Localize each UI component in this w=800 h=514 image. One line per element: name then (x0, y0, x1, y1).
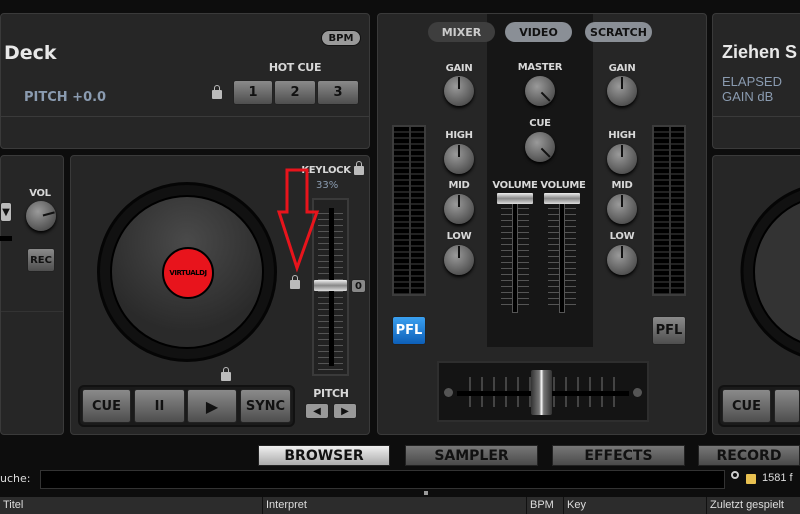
volume-right-label: VOLUME (540, 180, 586, 191)
search-options-icon[interactable] (731, 471, 739, 479)
hot-cue-label: HOT CUE (268, 61, 322, 74)
master-label: MASTER (517, 62, 563, 73)
right-cue-button[interactable]: CUE (722, 389, 771, 423)
pitch-down-button[interactable]: ◀ (305, 403, 329, 419)
high-right-label: HIGH (608, 130, 636, 141)
vol-knob[interactable] (26, 201, 56, 231)
gain-left-knob[interactable] (444, 76, 474, 106)
volume-left-fader[interactable] (497, 193, 533, 313)
right-pause-button[interactable] (774, 389, 800, 423)
vu-meter-left (392, 125, 426, 296)
tab-record[interactable]: RECORD (698, 445, 800, 466)
master-knob[interactable] (525, 76, 555, 106)
hot-cue-3[interactable]: 3 (317, 80, 359, 105)
jog-label: VIRTUALDJ (162, 247, 214, 299)
lock-icon (212, 85, 222, 99)
mid-left-knob[interactable] (444, 194, 474, 224)
tab-browser[interactable]: BROWSER (258, 445, 390, 466)
column-header-interpret[interactable]: Interpret (263, 497, 527, 514)
rec-button[interactable]: REC (27, 248, 55, 272)
left-deck-pitch: PITCH +0.0 (24, 90, 107, 105)
gain-right-label: GAIN (608, 63, 636, 74)
low-left-label: LOW (446, 231, 472, 242)
low-right-knob[interactable] (607, 245, 637, 275)
volume-left-label: VOLUME (492, 180, 538, 191)
column-header-bpm[interactable]: BPM (527, 497, 564, 514)
virtualdj-logo: VIRTUALDJ (169, 269, 207, 277)
tab-video[interactable]: VIDEO (505, 22, 572, 42)
column-header-zuletzt-gespielt[interactable]: Zuletzt gespielt (707, 497, 800, 514)
sync-button[interactable]: SYNC (240, 389, 291, 423)
gain-right-knob[interactable] (607, 76, 637, 106)
lock-icon (290, 275, 300, 289)
right-jog-wheel[interactable] (740, 182, 800, 362)
play-button[interactable]: ▶ (187, 389, 237, 423)
pfl-right-button[interactable]: PFL (652, 316, 686, 345)
file-count: 1581 f (762, 472, 793, 484)
right-deck-elapsed: ELAPSED (722, 74, 782, 89)
pitch-reset-button[interactable]: 0 (351, 279, 366, 293)
column-header-key[interactable]: Key (564, 497, 707, 514)
hot-cue-2[interactable]: 2 (274, 80, 316, 105)
red-arrow-annotation (276, 168, 320, 273)
pitch-label: PITCH (313, 387, 349, 400)
search-label: uche: (0, 472, 31, 485)
high-left-knob[interactable] (444, 144, 474, 174)
column-header-titel[interactable]: Titel (0, 497, 263, 514)
pfl-left-button[interactable]: PFL (392, 316, 426, 345)
lock-icon (221, 367, 231, 381)
add-folder-icon[interactable] (746, 474, 756, 484)
cue-label: CUE (529, 118, 551, 129)
right-deck-gain: GAIN dB (722, 89, 774, 104)
right-deck-title: Ziehen S (722, 42, 798, 62)
search-input[interactable] (40, 470, 725, 489)
tab-effects[interactable]: EFFECTS (552, 445, 685, 466)
high-left-label: HIGH (445, 130, 473, 141)
mid-left-label: MID (448, 180, 470, 191)
tab-scratch[interactable]: SCRATCH (585, 22, 652, 42)
tab-sampler[interactable]: SAMPLER (405, 445, 538, 466)
keylock-lock-icon[interactable] (354, 161, 364, 175)
hot-cue-1[interactable]: 1 (233, 80, 273, 105)
pitch-up-button[interactable]: ▶ (333, 403, 357, 419)
crossfader[interactable] (437, 361, 649, 422)
high-right-knob[interactable] (607, 144, 637, 174)
vu-meter-right (652, 125, 686, 296)
tab-mixer[interactable]: MIXER (428, 22, 495, 42)
pause-button[interactable]: II (134, 389, 185, 423)
jog-wheel[interactable]: VIRTUALDJ (97, 182, 277, 362)
mid-right-label: MID (611, 180, 633, 191)
down-button[interactable]: ▼ (0, 202, 12, 222)
mid-right-knob[interactable] (607, 194, 637, 224)
cue-button[interactable]: CUE (82, 389, 131, 423)
left-deck-title: Deck (4, 42, 57, 64)
gain-left-label: GAIN (445, 63, 473, 74)
low-left-knob[interactable] (444, 245, 474, 275)
bpm-button[interactable]: BPM (321, 30, 361, 46)
vol-label: VOL (29, 188, 51, 199)
volume-right-fader[interactable] (544, 193, 580, 313)
cue-mix-knob[interactable] (525, 132, 555, 162)
low-right-label: LOW (609, 231, 635, 242)
resize-handle[interactable] (424, 491, 428, 495)
